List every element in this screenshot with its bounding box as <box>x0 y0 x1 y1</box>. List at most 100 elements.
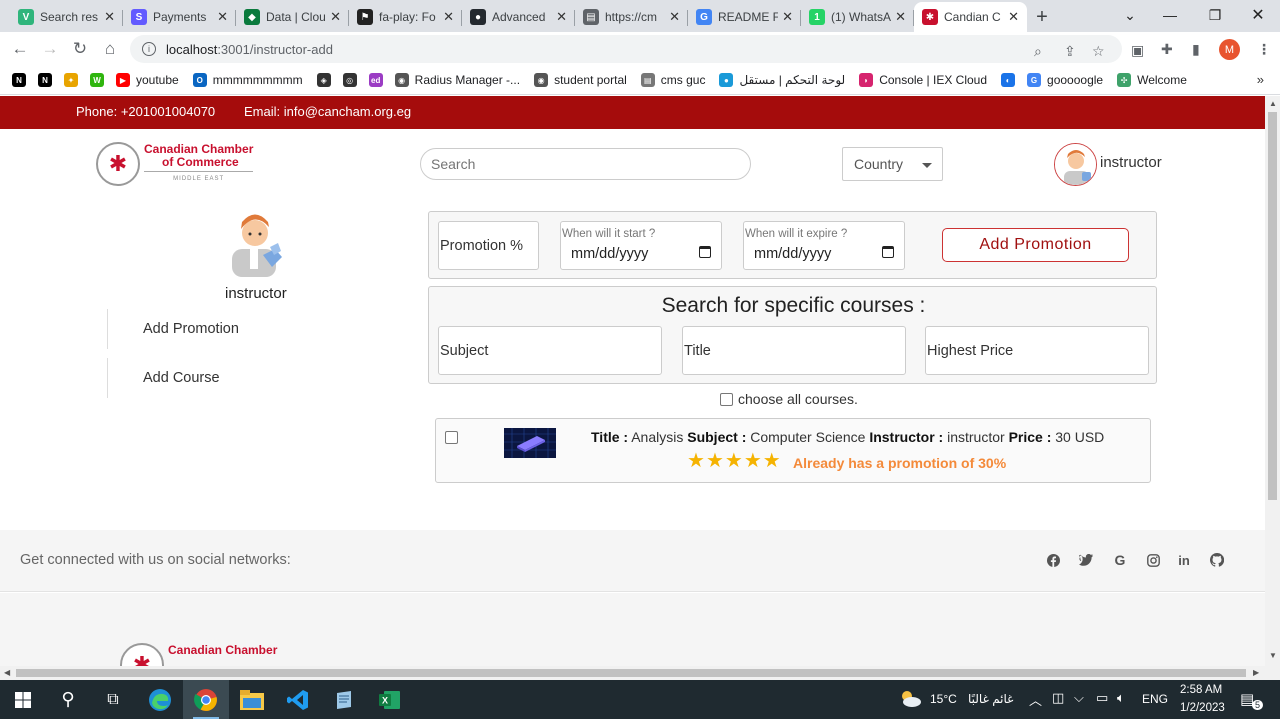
address-bar[interactable]: i localhost:3001/instructor-add ⌕ ⇪ ☆ <box>130 35 1122 63</box>
new-tab-button[interactable]: + <box>1027 2 1057 32</box>
browser-tab[interactable]: ⚑ fa-play: Fo ✕ <box>349 2 462 32</box>
tab-close-icon[interactable]: ✕ <box>330 9 341 25</box>
search-input[interactable] <box>420 148 751 180</box>
highest-price-input[interactable]: Highest Price <box>925 326 1149 375</box>
browser-tab[interactable]: ▤ https://cm ✕ <box>575 2 688 32</box>
browser-tab[interactable]: ● Advanced ✕ <box>462 2 575 32</box>
menu-kebab-icon[interactable]: ⋮ <box>1257 41 1271 58</box>
vertical-scrollbar[interactable]: ▲ ▼ <box>1265 96 1280 666</box>
share-icon[interactable]: ⇪ <box>1064 43 1076 60</box>
file-explorer-icon[interactable] <box>229 680 275 719</box>
choose-all-courses[interactable]: choose all courses. <box>720 391 858 407</box>
linkedin-icon[interactable]: in <box>1176 552 1192 568</box>
reload-icon[interactable]: ↻ <box>65 34 95 64</box>
clock-date[interactable]: 1/2/2023 <box>1180 702 1225 714</box>
vertical-scroll-thumb[interactable] <box>1268 112 1277 500</box>
bookmark-item[interactable]: ✣ Welcome <box>1117 73 1187 87</box>
instagram-icon[interactable] <box>1145 552 1161 568</box>
browser-tab[interactable]: 1 (1) WhatsA ✕ <box>801 2 914 32</box>
vscode-icon[interactable] <box>275 680 321 719</box>
excel-icon[interactable]: X <box>367 680 413 719</box>
sidebar-link-add-course[interactable]: Add Course <box>107 358 307 398</box>
task-view-icon[interactable]: ⧉ <box>90 680 136 719</box>
forward-icon[interactable]: → <box>35 34 65 64</box>
tab-close-icon[interactable]: ✕ <box>104 9 115 25</box>
tab-close-icon[interactable]: ✕ <box>443 9 454 25</box>
facebook-icon[interactable] <box>1045 552 1061 568</box>
weather-icon[interactable] <box>898 688 922 711</box>
close-window-icon[interactable]: ✕ <box>1238 0 1278 30</box>
volume-icon[interactable]: 🔈︎ <box>1117 690 1125 706</box>
weather-text[interactable]: غائم غالبًا <box>968 692 1013 706</box>
bookmark-item[interactable]: ◎ <box>342 73 363 87</box>
bookmark-item[interactable]: ◉ Radius Manager -... <box>394 73 520 87</box>
bookmark-item[interactable]: ● لوحة التحكم | مستقل <box>719 73 845 87</box>
bookmark-item[interactable]: ▶ youtube <box>116 73 179 87</box>
bookmark-item[interactable]: ed <box>368 73 389 87</box>
back-icon[interactable]: ← <box>5 34 35 64</box>
add-promotion-button[interactable]: Add Promotion <box>942 228 1129 262</box>
google-icon[interactable]: G <box>1112 552 1128 568</box>
edge-icon[interactable] <box>137 680 183 719</box>
tab-close-icon[interactable]: ✕ <box>895 9 906 25</box>
horizontal-scrollbar[interactable]: ◀ ▶ <box>0 666 1280 680</box>
browser-tab[interactable]: G README F ✕ <box>688 2 801 32</box>
footer-logo[interactable]: ✱ Canadian Chamber <box>120 643 277 666</box>
bookmark-item[interactable]: Ggooooogle <box>1027 73 1103 87</box>
expire-date-input[interactable]: When will it expire ? mm/dd/yyyy <box>743 221 905 270</box>
bookmark-item[interactable]: ✦ <box>64 73 84 87</box>
site-info-icon[interactable]: i <box>142 42 156 56</box>
more-bookmarks-icon[interactable]: » <box>1257 72 1264 87</box>
scroll-left-icon[interactable]: ◀ <box>4 668 10 677</box>
tab-close-icon[interactable]: ✕ <box>669 9 680 25</box>
tab-close-icon[interactable]: ✕ <box>556 9 567 25</box>
start-date-input[interactable]: When will it start ? mm/dd/yyyy <box>560 221 722 270</box>
calendar-icon[interactable] <box>699 246 711 258</box>
profile-avatar[interactable]: M <box>1219 39 1240 60</box>
bookmark-item[interactable]: Ommmmmmmmm <box>192 73 303 87</box>
sidebar-link-add-promotion[interactable]: Add Promotion <box>107 309 307 349</box>
windows-start-icon[interactable] <box>0 680 46 719</box>
promotion-percent-input[interactable]: Promotion % <box>438 221 539 270</box>
bookmark-item[interactable]: N <box>38 73 58 87</box>
bookmark-item[interactable]: W <box>90 73 110 87</box>
puzzle-extensions-icon[interactable]: ✚ <box>1161 41 1173 58</box>
side-panel-icon[interactable]: ▮ <box>1192 41 1200 58</box>
course-select-checkbox[interactable] <box>445 431 458 444</box>
bookmark-star-icon[interactable]: ☆ <box>1092 43 1105 60</box>
title-input[interactable]: Title <box>682 326 906 375</box>
bookmark-item[interactable]: ◉ student portal <box>534 73 627 87</box>
chrome-icon[interactable] <box>183 680 229 719</box>
meet-now-icon[interactable]: ◫ <box>1052 690 1064 706</box>
tab-search-icon[interactable]: ⌄ <box>1110 0 1150 30</box>
tab-close-icon[interactable]: ✕ <box>782 9 793 25</box>
battery-icon[interactable]: ▭ <box>1096 690 1108 706</box>
bookmark-item[interactable]: ◗ Console | IEX Cloud <box>859 73 987 87</box>
site-logo[interactable]: ✱ Canadian Chamber of Commerce MIDDLE EA… <box>96 142 254 186</box>
calendar-icon[interactable] <box>882 246 894 258</box>
header-username[interactable]: instructor <box>1100 154 1162 171</box>
bookmark-item[interactable]: ▤ cms guc <box>640 73 705 87</box>
bookmark-item[interactable]: N <box>12 73 32 87</box>
weather-temp[interactable]: 15°C <box>930 692 957 706</box>
browser-tab[interactable]: S Payments ✕ <box>123 2 236 32</box>
chevron-up-icon[interactable]: ︿ <box>1029 690 1042 709</box>
choose-all-checkbox[interactable] <box>720 392 733 406</box>
language-indicator[interactable]: ENG <box>1142 692 1168 706</box>
tab-close-icon[interactable]: ✕ <box>1008 9 1019 25</box>
browser-tab[interactable]: ◆ Data | Clou ✕ <box>236 2 349 32</box>
bookmark-item[interactable]: ◐ <box>1001 73 1021 87</box>
subject-input[interactable]: Subject <box>438 326 662 375</box>
user-avatar[interactable] <box>1054 143 1097 186</box>
minimize-icon[interactable]: — <box>1150 0 1190 30</box>
horizontal-scroll-thumb[interactable] <box>16 669 1246 677</box>
scroll-down-icon[interactable]: ▼ <box>1269 651 1277 660</box>
extension-icon[interactable]: ▣ <box>1131 42 1144 59</box>
clock-time[interactable]: 2:58 AM <box>1180 684 1222 696</box>
scroll-up-icon[interactable]: ▲ <box>1269 99 1277 108</box>
zoom-icon[interactable]: ⌕ <box>1034 43 1042 60</box>
country-select[interactable]: Country <box>842 147 943 181</box>
network-icon[interactable]: ⌵ <box>1074 690 1084 706</box>
browser-tab[interactable]: V Search res ✕ <box>10 2 123 32</box>
notepad-icon[interactable] <box>321 680 367 719</box>
